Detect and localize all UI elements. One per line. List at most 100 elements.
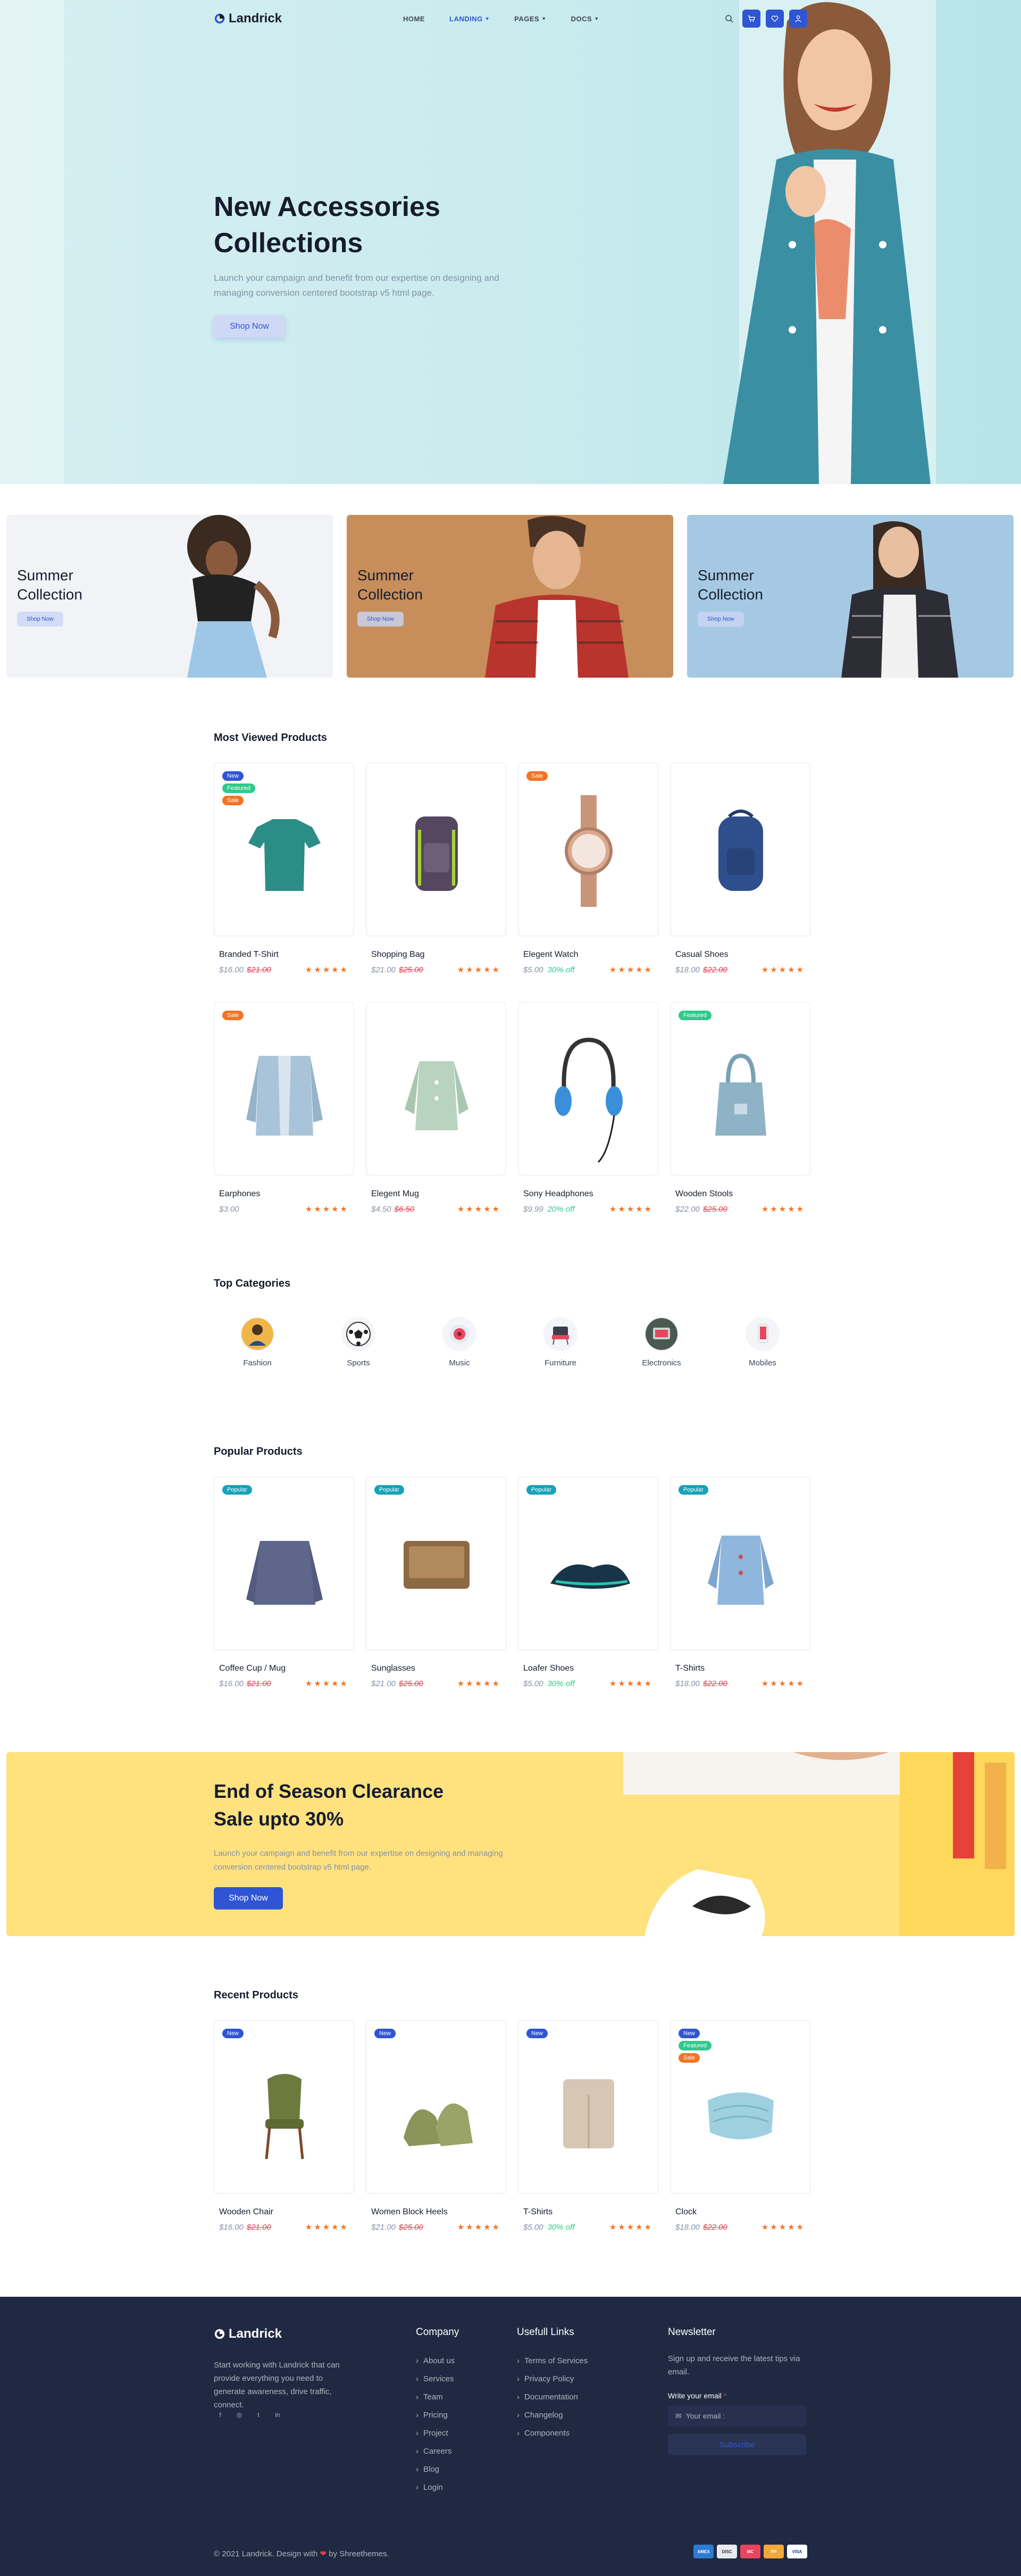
product-image-box[interactable]: Popular xyxy=(366,1477,506,1650)
twitter-icon[interactable]: t xyxy=(252,2408,265,2421)
menu-item-landing[interactable]: LANDING ▼ xyxy=(449,15,490,23)
collection-2-shop-button[interactable]: Shop Now xyxy=(357,612,404,627)
footer-logo[interactable]: Landrick xyxy=(214,2327,282,2341)
product-price: $18.00 xyxy=(675,965,700,974)
banner-shop-now-button[interactable]: Shop Now xyxy=(214,1887,283,1910)
product-card[interactable]: Shopping Bag $21.00 $25.00 ★★★★★ xyxy=(366,763,506,974)
product-image-box[interactable] xyxy=(366,763,506,936)
product-name[interactable]: Loafer Shoes xyxy=(518,1664,658,1673)
product-card[interactable]: New Featured Sale Clock $18.00 $22.00 ★★★★★ xyxy=(670,2020,810,2232)
product-name[interactable]: Coffee Cup / Mug xyxy=(214,1664,354,1673)
footer-link[interactable]: Changelog xyxy=(517,2406,588,2424)
product-name[interactable]: Shopping Bag xyxy=(366,950,506,960)
product-card[interactable]: Elegent Mug $4.50 $6.50 ★★★★★ xyxy=(366,1002,506,1214)
product-price-row: $16.00 $21.00 ★★★★★ xyxy=(214,2222,354,2232)
site-logo[interactable]: Landrick xyxy=(214,11,282,26)
product-card[interactable]: New Featured Sale Branded T-Shirt $16.00 $2… xyxy=(214,763,354,974)
badge-new: New xyxy=(526,2029,548,2038)
product-name[interactable]: Elegent Watch xyxy=(518,950,658,960)
wishlist-heart-icon[interactable] xyxy=(766,10,784,28)
product-badges: New xyxy=(222,2029,244,2038)
category-furniture[interactable]: Furniture xyxy=(534,1317,587,1368)
instagram-icon[interactable]: ◎ xyxy=(233,2408,246,2421)
footer-link[interactable]: Pricing xyxy=(416,2406,459,2424)
product-image-box[interactable]: Popular xyxy=(670,1477,810,1650)
subscribe-button[interactable]: Subscribe xyxy=(668,2434,806,2455)
footer-link[interactable]: About us xyxy=(416,2352,459,2370)
product-name[interactable]: Sunglasses xyxy=(366,1664,506,1673)
footer-link[interactable]: Components xyxy=(517,2424,588,2442)
product-image-box[interactable]: New xyxy=(214,2020,354,2194)
collection-3-shop-button[interactable]: Shop Now xyxy=(698,612,744,627)
product-card[interactable]: Sale Earphones $3.00 ★★★★★ xyxy=(214,1002,354,1214)
product-image-box[interactable]: Popular xyxy=(518,1477,658,1650)
footer-link[interactable]: Services xyxy=(416,2370,459,2388)
product-image-box[interactable]: New xyxy=(518,2020,658,2194)
menu-item-home[interactable]: HOME xyxy=(403,15,425,23)
product-card[interactable]: Casual Shoes $18.00 $22.00 ★★★★★ xyxy=(670,763,810,974)
product-card[interactable]: New Wooden Chair $16.00 $21.00 ★★★★★ xyxy=(214,2020,354,2232)
footer-link[interactable]: Careers xyxy=(416,2442,459,2461)
product-name[interactable]: Elegent Mug xyxy=(366,1189,506,1199)
product-card[interactable]: Featured Wooden Stools $22.00 $25.00 ★★★★… xyxy=(670,1002,810,1214)
product-badges: New xyxy=(374,2029,396,2038)
product-image-box[interactable] xyxy=(366,1002,506,1176)
collection-1-shop-button[interactable]: Shop Now xyxy=(17,612,63,627)
product-name[interactable]: T-Shirts xyxy=(670,1664,810,1673)
category-fashion[interactable]: Fashion xyxy=(231,1317,284,1368)
product-image-box[interactable]: Popular xyxy=(214,1477,354,1650)
product-name[interactable]: Clock xyxy=(670,2207,810,2217)
product-name[interactable]: Branded T-Shirt xyxy=(214,950,354,960)
product-image-box[interactable]: New Featured Sale xyxy=(670,2020,810,2194)
footer-link[interactable]: Login xyxy=(416,2479,459,2497)
cart-icon[interactable] xyxy=(742,10,760,28)
user-icon[interactable] xyxy=(789,10,807,28)
product-image-box[interactable]: New Featured Sale xyxy=(214,763,354,936)
product-card[interactable]: Sale Elegent Watch $5.00 30% off ★★★★★ xyxy=(518,763,658,974)
product-card[interactable]: Popular Loafer Shoes $5.00 30% off ★★★★★ xyxy=(518,1477,658,1688)
footer-link[interactable]: Blog xyxy=(416,2461,459,2479)
category-music[interactable]: Music xyxy=(433,1317,486,1368)
product-image-box[interactable]: New xyxy=(366,2020,506,2194)
product-image-box[interactable]: Featured xyxy=(670,1002,810,1176)
product-card[interactable]: New Women Block Heels $21.00 $25.00 ★★★★★ xyxy=(366,2020,506,2232)
product-name[interactable]: Women Block Heels xyxy=(366,2207,506,2217)
footer-link[interactable]: Terms of Services xyxy=(517,2352,588,2370)
newsletter-email-input[interactable]: ✉ Your email : xyxy=(668,2405,806,2427)
hero-shop-now-button[interactable]: Shop Now xyxy=(214,315,285,338)
product-image xyxy=(708,1536,774,1605)
product-price-row: $5.00 30% off ★★★★★ xyxy=(518,1679,658,1689)
product-image-box[interactable] xyxy=(518,1002,658,1176)
category-sports[interactable]: Sports xyxy=(332,1317,385,1368)
menu-item-docs[interactable]: DOCS ▼ xyxy=(571,15,599,23)
paypal-icon: PP xyxy=(764,2545,784,2558)
footer-link[interactable]: Privacy Policy xyxy=(517,2370,588,2388)
product-name[interactable]: Casual Shoes xyxy=(670,950,810,960)
product-card[interactable]: Popular Sunglasses $21.00 $25.00 ★★★★★ xyxy=(366,1477,506,1688)
product-card[interactable]: Sony Headphones $9.99 20% off ★★★★★ xyxy=(518,1002,658,1214)
footer-link[interactable]: Project xyxy=(416,2424,459,2442)
product-image-box[interactable]: Sale xyxy=(518,763,658,936)
product-name[interactable]: Wooden Chair xyxy=(214,2207,354,2217)
search-icon[interactable] xyxy=(721,10,737,27)
recent-products-title: Recent Products xyxy=(214,1989,298,2001)
product-name[interactable]: Sony Headphones xyxy=(518,1189,658,1199)
footer-link[interactable]: Documentation xyxy=(517,2388,588,2406)
product-card[interactable]: New T-Shirts $5.00 30% off ★★★★★ xyxy=(518,2020,658,2232)
chevron-down-icon: ▼ xyxy=(594,16,599,21)
product-card[interactable]: Popular T-Shirts $18.00 $22.00 ★★★★★ xyxy=(670,1477,810,1688)
product-name[interactable]: Wooden Stools xyxy=(670,1189,810,1199)
product-name[interactable]: Earphones xyxy=(214,1189,354,1199)
rating-stars: ★★★★★ xyxy=(609,1679,653,1688)
footer-link[interactable]: Team xyxy=(416,2388,459,2406)
product-card[interactable]: Popular Coffee Cup / Mug $16.00 $21.00 ★★… xyxy=(214,1477,354,1688)
discover-card-icon: DISC xyxy=(717,2545,737,2558)
facebook-icon[interactable]: f xyxy=(214,2408,227,2421)
category-electronics[interactable]: Electronics xyxy=(635,1317,688,1368)
product-name[interactable]: T-Shirts xyxy=(518,2207,658,2217)
product-image-box[interactable] xyxy=(670,763,810,936)
category-mobiles[interactable]: Mobiles xyxy=(736,1317,789,1368)
linkedin-icon[interactable]: in xyxy=(271,2408,284,2421)
menu-item-pages[interactable]: PAGES ▼ xyxy=(514,15,546,23)
product-image-box[interactable]: Sale xyxy=(214,1002,354,1176)
